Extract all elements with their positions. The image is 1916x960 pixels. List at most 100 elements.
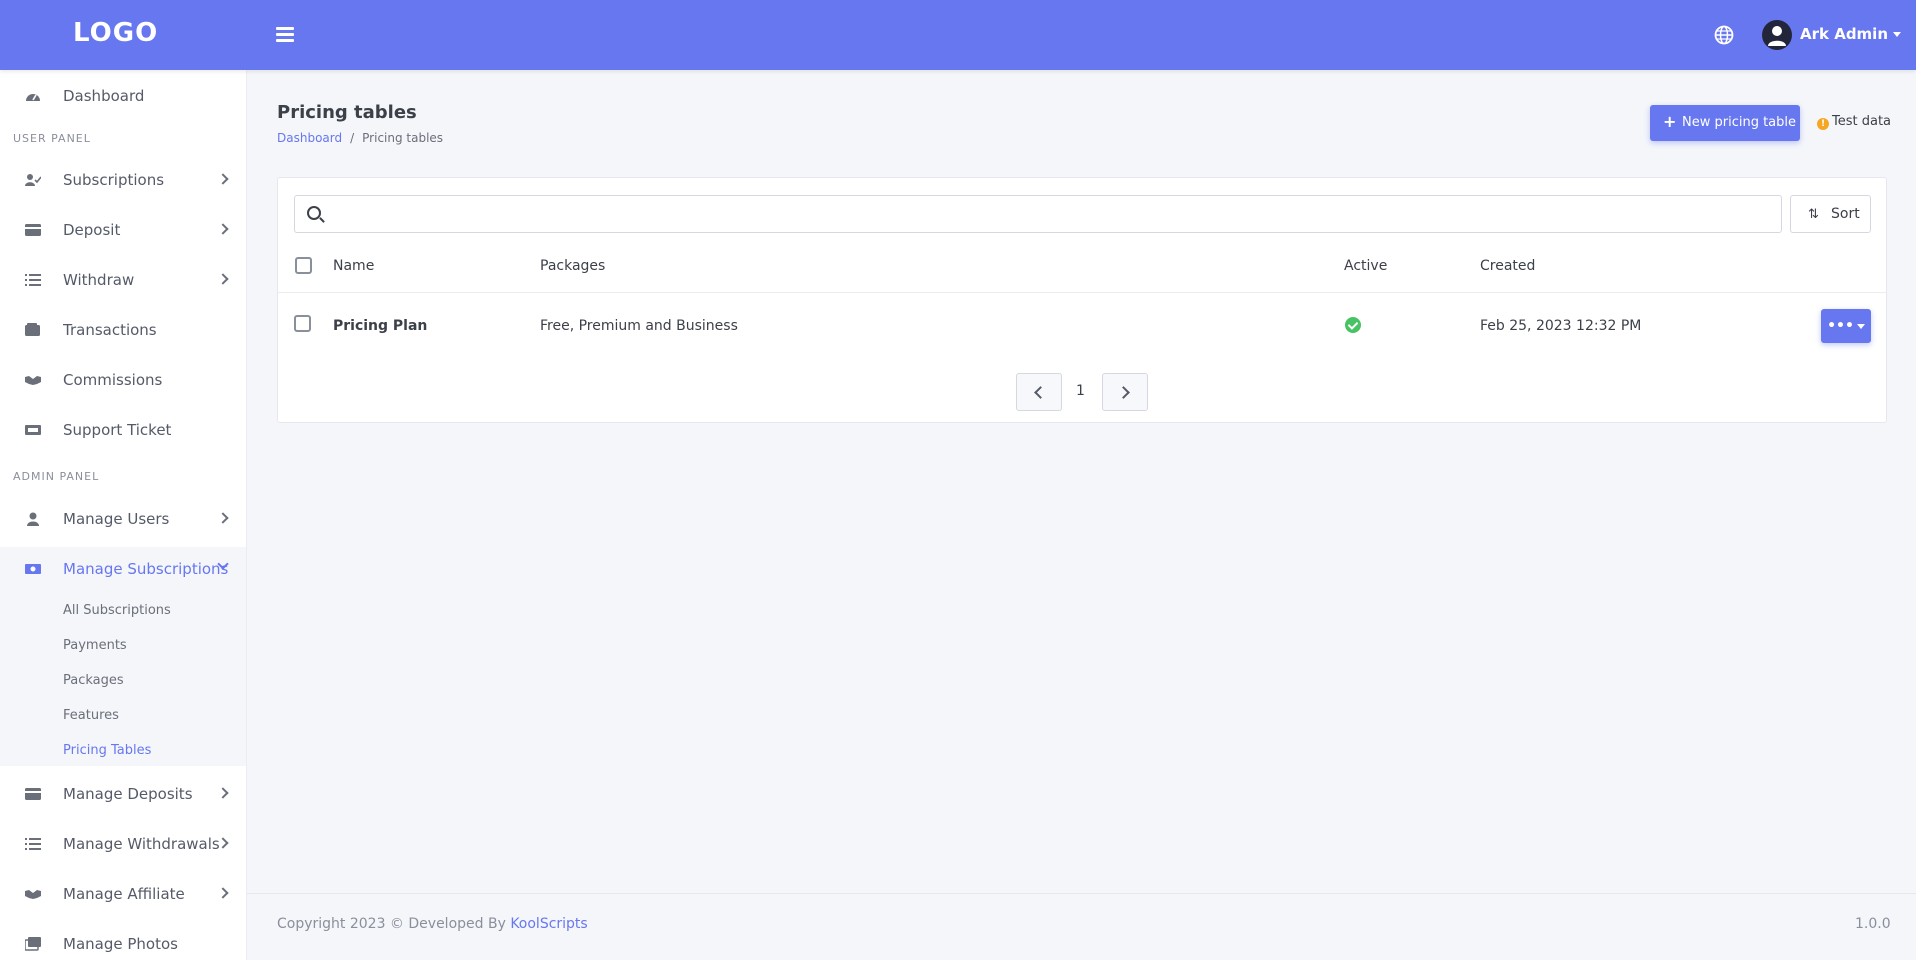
sidebar-item-label: Manage Subscriptions (63, 560, 229, 578)
sort-label: Sort (1831, 206, 1860, 222)
globe-icon[interactable] (1714, 25, 1734, 45)
sidebar-item-label: Manage Users (63, 510, 170, 528)
row-name: Pricing Plan (333, 318, 428, 334)
submenu-packages[interactable]: Packages (63, 673, 124, 688)
sidebar-item-manage-users[interactable]: Manage Users (0, 497, 246, 543)
credit-card-icon (25, 224, 41, 236)
app-version: 1.0.0 (1855, 916, 1891, 932)
column-header-name[interactable]: Name (333, 258, 374, 274)
pagination-next-button[interactable] (1102, 373, 1148, 411)
sidebar-item-label: Commissions (63, 371, 163, 389)
column-header-packages[interactable]: Packages (540, 258, 605, 274)
active-check-icon (1345, 317, 1361, 333)
submenu-pricing-tables[interactable]: Pricing Tables (63, 743, 151, 758)
sidebar-item-label: Withdraw (63, 271, 135, 289)
search-box[interactable] (294, 195, 1782, 233)
admin-panel-heading: ADMIN PANEL (13, 470, 100, 483)
submenu-all-subscriptions[interactable]: All Subscriptions (63, 603, 171, 618)
sidebar-item-label: Subscriptions (63, 171, 165, 189)
chevron-right-icon (217, 512, 229, 524)
chevron-left-icon (1034, 386, 1047, 399)
chevron-right-icon (217, 787, 229, 799)
plus-icon: + (1663, 112, 1677, 131)
pricing-tables-card: ⇅ Sort Name Packages Active Created Pric… (277, 177, 1887, 423)
breadcrumb-separator: / (350, 131, 355, 145)
column-header-created[interactable]: Created (1480, 258, 1535, 274)
list-icon (25, 274, 41, 286)
breadcrumb: Dashboard / Pricing tables (277, 131, 443, 145)
search-input[interactable] (333, 202, 1763, 226)
handshake-icon (25, 376, 41, 385)
row-created: Feb 25, 2023 12:32 PM (1480, 318, 1642, 334)
sidebar-item-label: Manage Withdrawals (63, 835, 220, 853)
pagination-prev-button[interactable] (1016, 373, 1062, 411)
sidebar-item-label: Deposit (63, 221, 121, 239)
developer-link[interactable]: KoolScripts (510, 916, 587, 932)
ticket-icon (25, 425, 41, 435)
chevron-right-icon (217, 273, 229, 285)
top-navbar: LOGO Ark Admin (0, 0, 1916, 70)
caret-down-icon (1856, 323, 1865, 329)
copyright-text: Copyright 2023 © Developed By (277, 916, 511, 932)
sort-button[interactable]: ⇅ Sort (1790, 195, 1871, 233)
chevron-right-icon (217, 887, 229, 899)
column-header-active[interactable]: Active (1344, 258, 1387, 274)
logo[interactable]: LOGO (73, 18, 158, 48)
sidebar-item-support-ticket[interactable]: Support Ticket (0, 408, 246, 454)
submenu-payments[interactable]: Payments (63, 638, 127, 653)
submenu-features[interactable]: Features (63, 708, 119, 723)
sidebar-item-subscriptions[interactable]: Subscriptions (0, 158, 246, 204)
chevron-right-icon (217, 223, 229, 235)
row-actions-button[interactable]: ••• (1821, 309, 1871, 343)
footer-copyright: Copyright 2023 © Developed By KoolScript… (277, 916, 588, 932)
subscriptions-submenu: All Subscriptions Payments Packages Feat… (0, 591, 246, 766)
sidebar-item-deposit[interactable]: Deposit (0, 208, 246, 254)
chevron-right-icon (1117, 386, 1130, 399)
gauge-icon (26, 94, 40, 101)
images-icon (25, 937, 41, 951)
user-check-icon (25, 174, 41, 186)
test-data-indicator[interactable]: ! Test data (1817, 114, 1891, 130)
select-all-checkbox[interactable] (295, 257, 312, 274)
header-divider (278, 292, 1886, 293)
user-menu[interactable]: Ark Admin (1800, 25, 1902, 43)
user-avatar-icon[interactable] (1762, 20, 1792, 50)
sidebar-item-manage-affiliate[interactable]: Manage Affiliate (0, 872, 246, 918)
sort-icon: ⇅ (1808, 207, 1819, 222)
sidebar-item-label: Transactions (63, 321, 157, 339)
sidebar: Dashboard USER PANEL Subscriptions Depos… (0, 70, 247, 960)
sidebar-item-transactions[interactable]: Transactions (0, 308, 246, 354)
money-bill-icon (25, 564, 41, 574)
breadcrumb-current: Pricing tables (362, 131, 444, 145)
sidebar-item-commissions[interactable]: Commissions (0, 358, 246, 404)
sidebar-item-manage-withdrawals[interactable]: Manage Withdrawals (0, 822, 246, 868)
test-data-label: Test data (1832, 114, 1892, 129)
sidebar-item-manage-photos[interactable]: Manage Photos (0, 922, 246, 960)
pagination-current-page[interactable]: 1 (1076, 383, 1085, 399)
menu-toggle-icon[interactable] (276, 24, 296, 46)
breadcrumb-dashboard-link[interactable]: Dashboard (277, 131, 342, 145)
new-pricing-table-label: New pricing table (1682, 115, 1797, 130)
caret-down-icon (1893, 32, 1902, 37)
page-title: Pricing tables (277, 102, 417, 123)
sidebar-item-dashboard[interactable]: Dashboard (0, 74, 246, 120)
user-name: Ark Admin (1800, 25, 1889, 43)
footer-divider (247, 893, 1916, 894)
sidebar-item-manage-subscriptions[interactable]: Manage Subscriptions (0, 547, 246, 593)
sidebar-item-label: Manage Photos (63, 935, 178, 953)
credit-card-icon (25, 788, 41, 800)
sidebar-item-manage-deposits[interactable]: Manage Deposits (0, 772, 246, 818)
sidebar-item-withdraw[interactable]: Withdraw (0, 258, 246, 304)
user-icon (27, 512, 39, 526)
sidebar-item-label: Manage Deposits (63, 785, 193, 803)
user-panel-heading: USER PANEL (13, 132, 91, 145)
row-packages: Free, Premium and Business (540, 318, 738, 334)
warning-icon: ! (1817, 118, 1829, 130)
wallet-icon (25, 323, 40, 336)
sidebar-item-label: Support Ticket (63, 421, 172, 439)
row-checkbox[interactable] (294, 315, 311, 332)
sidebar-item-label: Dashboard (63, 87, 145, 105)
search-icon (307, 206, 321, 220)
handshake-icon (25, 890, 41, 899)
new-pricing-table-button[interactable]: + New pricing table (1650, 105, 1800, 141)
